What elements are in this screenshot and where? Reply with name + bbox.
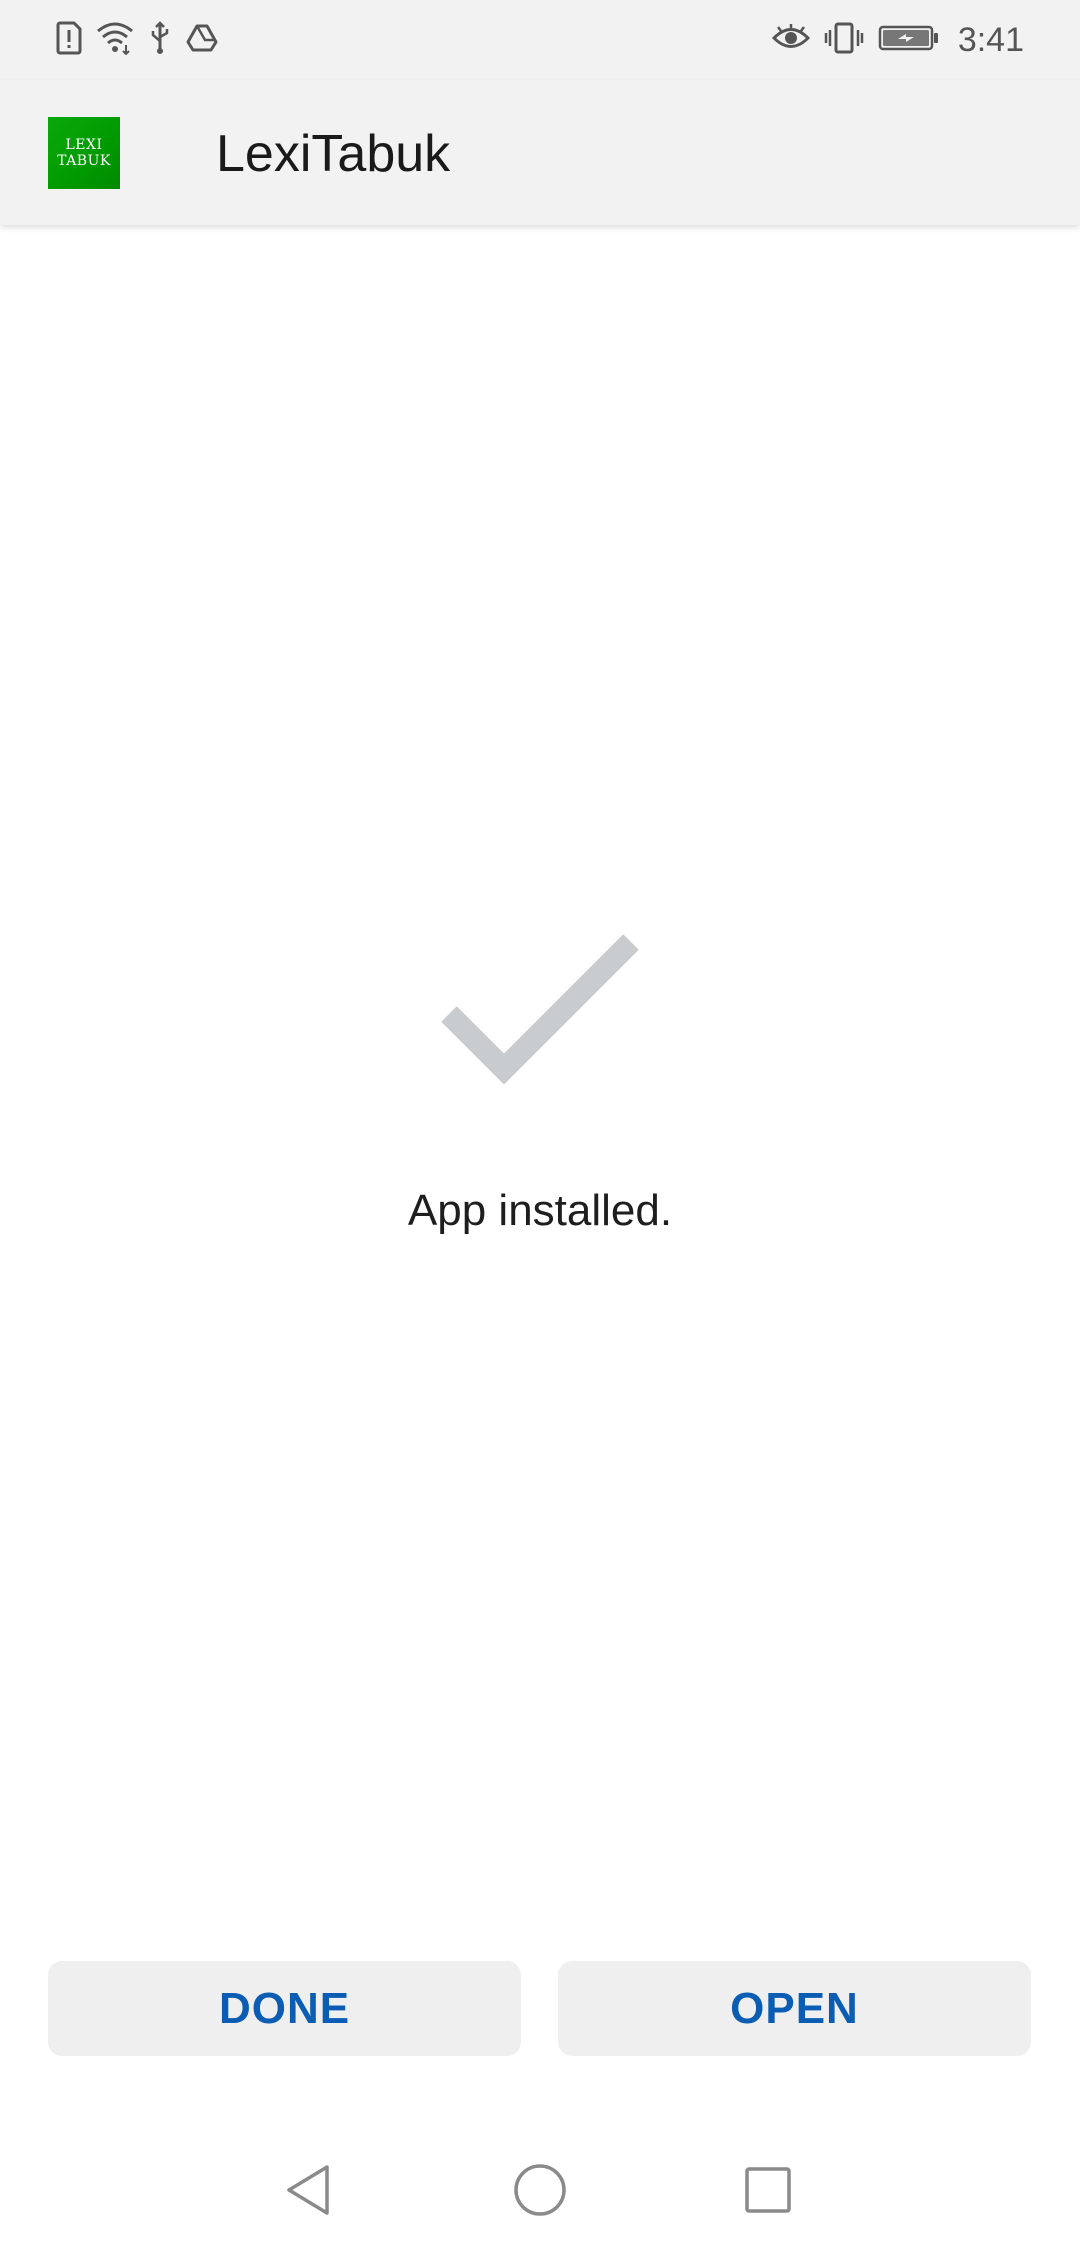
status-icons-left bbox=[56, 20, 218, 60]
app-logo-line2: TABUK bbox=[57, 153, 111, 169]
open-button[interactable]: OPEN bbox=[558, 1961, 1031, 2056]
vibrate-icon bbox=[824, 21, 864, 60]
drive-icon bbox=[186, 23, 218, 58]
checkmark-icon bbox=[435, 930, 645, 1090]
usb-icon bbox=[148, 20, 172, 60]
install-status-message: App installed. bbox=[407, 1186, 673, 1235]
eye-icon bbox=[771, 23, 810, 58]
sim-alert-icon bbox=[56, 21, 82, 60]
battery-charging-icon bbox=[878, 23, 940, 58]
done-button[interactable]: DONE bbox=[48, 1961, 521, 2056]
home-icon[interactable] bbox=[500, 2150, 580, 2230]
status-bar: 3:41 bbox=[0, 0, 1080, 80]
back-icon[interactable] bbox=[268, 2150, 348, 2230]
app-header: LEXI TABUK LexiTabuk bbox=[0, 80, 1080, 225]
status-time: 3:41 bbox=[957, 20, 1024, 59]
navigation-bar bbox=[0, 2130, 1080, 2244]
app-logo: LEXI TABUK bbox=[48, 117, 120, 189]
status-icons-right: 3:41 bbox=[771, 20, 1024, 60]
app-title: LexiTabuk bbox=[216, 125, 451, 183]
wifi-icon bbox=[96, 21, 134, 60]
app-logo-line1: LEXI bbox=[65, 137, 103, 153]
recents-icon[interactable] bbox=[728, 2150, 808, 2230]
